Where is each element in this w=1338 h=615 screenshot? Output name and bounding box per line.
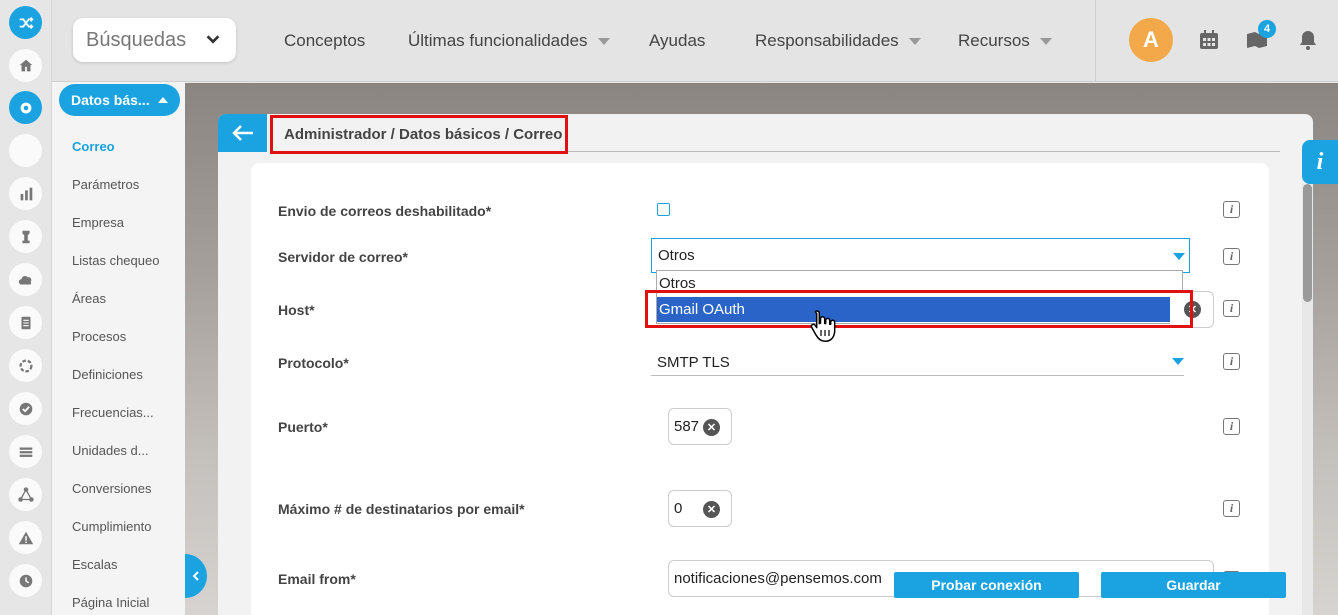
- max-recipients-input[interactable]: 0 ✕: [668, 490, 732, 527]
- clear-icon[interactable]: ✕: [703, 419, 720, 436]
- avatar[interactable]: A: [1129, 18, 1173, 62]
- section-toggle-datos-basicos[interactable]: Datos bás...: [59, 84, 180, 116]
- document-icon[interactable]: [9, 306, 42, 339]
- gear-icon[interactable]: [9, 91, 42, 124]
- top-header: Búsquedas Conceptos Últimas funcionalida…: [52, 0, 1338, 82]
- network-icon[interactable]: [9, 478, 42, 511]
- protocol-select[interactable]: SMTP TLS: [657, 354, 730, 371]
- info-icon[interactable]: i: [1223, 353, 1240, 370]
- circle-icon[interactable]: [9, 349, 42, 382]
- info-icon[interactable]: i: [1223, 201, 1240, 218]
- home-icon[interactable]: [9, 49, 42, 82]
- chess-icon[interactable]: [9, 220, 42, 253]
- sidebar-item-pagina-inicial[interactable]: Página Inicial: [72, 595, 149, 610]
- sidebar-item-areas[interactable]: Áreas: [72, 291, 106, 306]
- search-dropdown[interactable]: Búsquedas: [73, 18, 236, 62]
- arrow-left-icon: [231, 125, 253, 141]
- nav-ultimas-funcionalidades[interactable]: Últimas funcionalidades: [408, 31, 610, 51]
- caret-down-icon: [1172, 358, 1184, 365]
- breadcrumb: Administrador / Datos básicos / Correo: [270, 115, 568, 154]
- caret-down-icon: [1039, 37, 1052, 45]
- form-panel: [251, 163, 1269, 615]
- header-divider: [1095, 0, 1096, 82]
- blank-icon[interactable]: [9, 134, 42, 167]
- highlight-annotation: [645, 290, 1193, 328]
- nav-conceptos[interactable]: Conceptos: [284, 31, 365, 51]
- sidebar-item-definiciones[interactable]: Definiciones: [72, 367, 143, 382]
- label-protocolo: Protocolo*: [278, 355, 349, 371]
- hand-cursor-icon: [810, 310, 836, 343]
- chevron-down-icon: [206, 35, 220, 44]
- label-envio-deshabilitado: Envio de correos deshabilitado*: [278, 203, 492, 219]
- sidebar-item-empresa[interactable]: Empresa: [72, 215, 124, 230]
- chart-icon[interactable]: [9, 177, 42, 210]
- caret-up-icon: [158, 97, 168, 103]
- bell-icon[interactable]: [1296, 28, 1320, 52]
- scrollbar-thumb[interactable]: [1303, 184, 1312, 302]
- search-label: Búsquedas: [86, 28, 187, 51]
- caret-down-icon: [908, 37, 921, 45]
- protocol-underline: [651, 375, 1184, 376]
- info-icon[interactable]: i: [1223, 300, 1240, 317]
- cloud-icon[interactable]: [9, 263, 42, 296]
- info-icon[interactable]: i: [1223, 418, 1240, 435]
- breadcrumb-underline: [568, 151, 1280, 152]
- info-icon[interactable]: i: [1223, 248, 1240, 265]
- calendar-icon[interactable]: [1197, 28, 1221, 52]
- info-icon[interactable]: i: [1223, 500, 1240, 517]
- caret-down-icon: [1173, 253, 1185, 260]
- label-host: Host*: [278, 302, 315, 318]
- chevron-left-icon: [192, 571, 199, 581]
- nav-ayudas[interactable]: Ayudas: [649, 31, 705, 51]
- shuffle-icon[interactable]: [9, 6, 42, 39]
- back-button[interactable]: [218, 114, 267, 152]
- sidebar-item-correo[interactable]: Correo: [72, 139, 115, 154]
- clear-icon[interactable]: ✕: [703, 501, 720, 518]
- sidebar-item-parametros[interactable]: Parámetros: [72, 177, 139, 192]
- port-input[interactable]: 587 ✕: [668, 408, 732, 445]
- sidebar-item-listas-chequeo[interactable]: Listas chequeo: [72, 253, 159, 268]
- label-servidor: Servidor de correo*: [278, 249, 408, 265]
- sidebar-item-frecuencias[interactable]: Frecuencias...: [72, 405, 154, 420]
- label-max-destinatarios: Máximo # de destinatarios por email*: [278, 501, 525, 517]
- caret-down-icon: [597, 37, 610, 45]
- clock-icon[interactable]: [9, 564, 42, 597]
- sidebar-item-escalas[interactable]: Escalas: [72, 557, 118, 572]
- disable-email-checkbox[interactable]: [657, 203, 670, 216]
- sidebar-item-conversiones[interactable]: Conversiones: [72, 481, 152, 496]
- info-panel-tab[interactable]: i: [1302, 140, 1338, 184]
- sidebar-item-unidades[interactable]: Unidades d...: [72, 443, 149, 458]
- sub-sidebar: Datos bás... Correo Parámetros Empresa L…: [52, 82, 185, 615]
- icon-rail: [0, 0, 52, 615]
- sidebar-item-procesos[interactable]: Procesos: [72, 329, 126, 344]
- check-icon[interactable]: [9, 392, 42, 425]
- notification-count-badge: 4: [1258, 20, 1276, 38]
- mail-server-select[interactable]: Otros: [651, 238, 1190, 273]
- menu-icon[interactable]: [9, 435, 42, 468]
- sidebar-item-cumplimiento[interactable]: Cumplimiento: [72, 519, 151, 534]
- save-button[interactable]: Guardar: [1101, 572, 1286, 598]
- label-puerto: Puerto*: [278, 419, 328, 435]
- label-email-from: Email from*: [278, 571, 356, 587]
- nav-recursos[interactable]: Recursos: [958, 31, 1052, 51]
- test-connection-button[interactable]: Probar conexión: [894, 572, 1079, 598]
- warning-icon[interactable]: [9, 521, 42, 554]
- nav-responsabilidades[interactable]: Responsabilidades: [755, 31, 921, 51]
